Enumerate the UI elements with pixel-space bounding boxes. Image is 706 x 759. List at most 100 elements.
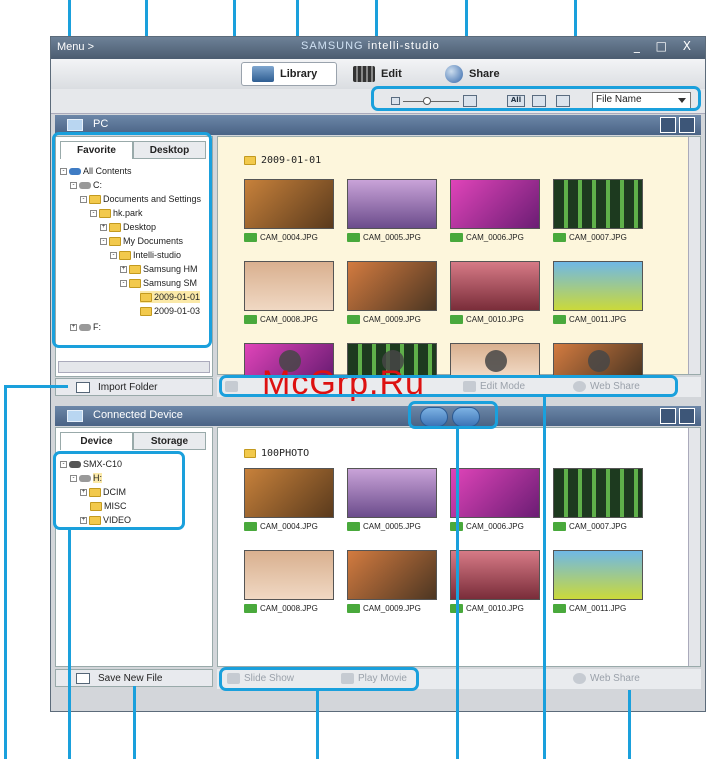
thumbnail-caption: CAM_0004.JPG [244, 522, 318, 531]
thumbnail-caption: CAM_0009.JPG [347, 315, 421, 324]
globe-icon [445, 65, 463, 83]
thumbnail[interactable] [553, 179, 643, 229]
device-panel-header: Connected Device [55, 406, 701, 426]
thumbnail-caption: CAM_0005.JPG [347, 233, 421, 242]
file-name: CAM_0011.JPG [569, 604, 627, 613]
camera-icon [244, 315, 257, 324]
device-thumbnail-area: 100PHOTO CAM_0004.JPG CAM_0005.JPG CAM_000… [217, 427, 701, 667]
thumbnail[interactable] [244, 468, 334, 518]
tab-share-label: Share [469, 68, 500, 80]
brand-label: SAMSUNG [301, 40, 364, 52]
thumbnail-caption: CAM_0007.JPG [553, 233, 627, 242]
thumbnail-caption: CAM_0004.JPG [244, 233, 318, 242]
callout-line [68, 0, 71, 36]
thumbnail[interactable] [244, 550, 334, 600]
play-icon [485, 350, 507, 372]
camera-icon [244, 522, 257, 531]
camera-icon [450, 315, 463, 324]
file-name: CAM_0006.JPG [466, 522, 524, 531]
thumbnail-caption: CAM_0009.JPG [347, 604, 421, 613]
thumbnail-caption: CAM_0010.JPG [450, 315, 524, 324]
thumbnail-caption: CAM_0005.JPG [347, 522, 421, 531]
callout-line [456, 429, 459, 759]
save-icon [76, 672, 90, 684]
menu-button[interactable]: Menu > [57, 41, 94, 53]
video-thumbnail[interactable] [450, 343, 540, 376]
subtab-device[interactable]: Device [60, 432, 133, 450]
folder-name: 100PHOTO [261, 448, 310, 459]
camera-icon [244, 604, 257, 613]
thumbnail[interactable] [450, 261, 540, 311]
tree-horizontal-scrollbar[interactable] [58, 361, 210, 373]
thumbnail-caption: CAM_0008.JPG [244, 315, 318, 324]
tab-edit[interactable]: Edit [343, 62, 412, 86]
file-name: CAM_0005.JPG [363, 233, 421, 242]
thumbnail[interactable] [347, 550, 437, 600]
thumbnail[interactable] [244, 179, 334, 229]
callout-box [53, 451, 185, 530]
maximize-panel-button[interactable] [679, 117, 695, 133]
thumbnail-caption: CAM_0011.JPG [553, 315, 626, 324]
app-logo: SAMSUNG intelli-studio [301, 40, 440, 52]
pc-thumbnail-area: 2009-01-01 CAM_0004.JPG CAM_0005.JPG CAM_0… [217, 136, 701, 376]
camera-icon [450, 233, 463, 242]
main-tabs: Library Edit Share [51, 59, 705, 89]
file-name: CAM_0004.JPG [260, 522, 318, 531]
save-new-file-button[interactable]: Save New File [55, 669, 213, 687]
callout-line [316, 691, 319, 759]
file-name: CAM_0008.JPG [260, 604, 318, 613]
tab-share[interactable]: Share [435, 62, 510, 86]
file-name: CAM_0008.JPG [260, 315, 318, 324]
subtab-storage[interactable]: Storage [133, 432, 206, 450]
thumbnail[interactable] [450, 179, 540, 229]
file-name: CAM_0006.JPG [466, 233, 524, 242]
film-icon [353, 66, 375, 82]
thumbnail[interactable] [347, 261, 437, 311]
thumbnail[interactable] [347, 179, 437, 229]
callout-box [408, 401, 498, 429]
minimize-panel-button[interactable] [660, 117, 676, 133]
callout-line [4, 385, 7, 759]
thumbnail[interactable] [450, 550, 540, 600]
thumbnail[interactable] [347, 468, 437, 518]
file-name: CAM_0009.JPG [363, 315, 421, 324]
camera-icon [347, 522, 360, 531]
folder-icon [244, 156, 256, 165]
library-icon [252, 66, 274, 82]
callout-line [628, 690, 631, 759]
camera-icon [553, 233, 566, 242]
callout-box [52, 132, 212, 348]
monitor-icon [67, 119, 83, 131]
window-controls[interactable]: _ □ X [634, 39, 697, 53]
title-bar: Menu > SAMSUNG intelli-studio _ □ X [51, 37, 705, 59]
tab-library[interactable]: Library [241, 62, 337, 86]
file-name: CAM_0009.JPG [363, 604, 421, 613]
web-share-button[interactable]: Web Share [573, 673, 640, 684]
file-name: CAM_0007.JPG [569, 233, 627, 242]
tab-library-label: Library [280, 68, 318, 80]
thumbnail-caption: CAM_0010.JPG [450, 604, 524, 613]
camera-icon [553, 604, 566, 613]
thumbnail-caption: CAM_0006.JPG [450, 522, 524, 531]
camera-icon [347, 315, 360, 324]
minimize-panel-button[interactable] [660, 408, 676, 424]
callout-line [543, 397, 546, 759]
thumbnail-caption: CAM_0008.JPG [244, 604, 318, 613]
pc-panel-title: PC [93, 118, 109, 130]
thumbnail[interactable] [553, 468, 643, 518]
callout-box [219, 375, 678, 397]
thumbnail[interactable] [450, 468, 540, 518]
thumbnail[interactable] [553, 550, 643, 600]
globe-icon [573, 673, 586, 684]
camera-icon [553, 315, 566, 324]
device-vertical-scrollbar[interactable] [688, 428, 700, 666]
thumbnail[interactable] [553, 261, 643, 311]
import-folder-button[interactable]: Import Folder [55, 378, 213, 396]
folder-icon [244, 449, 256, 458]
pc-vertical-scrollbar[interactable] [688, 137, 700, 374]
file-name: CAM_0005.JPG [363, 522, 421, 531]
video-thumbnail[interactable] [553, 343, 643, 376]
thumbnail-caption: CAM_0006.JPG [450, 233, 524, 242]
thumbnail[interactable] [244, 261, 334, 311]
maximize-panel-button[interactable] [679, 408, 695, 424]
